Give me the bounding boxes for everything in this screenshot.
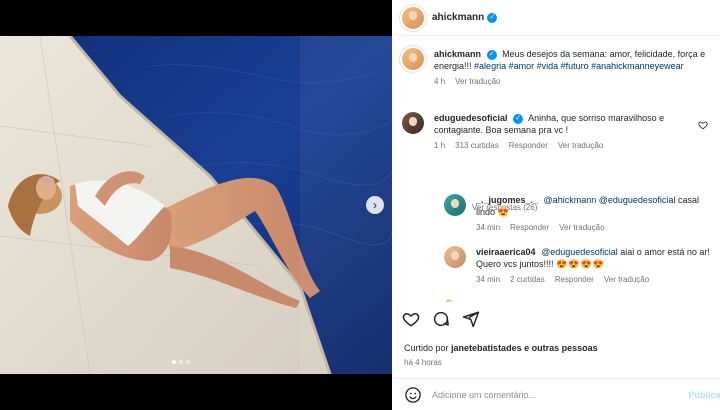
reply-translate-link[interactable]: Ver tradução (604, 274, 649, 286)
reply-item: _._jugomes_._ @ahickmann @eduguedesofici… (444, 194, 710, 234)
post-actions (402, 310, 480, 328)
like-heart-icon[interactable] (402, 310, 420, 328)
carousel-dot (186, 360, 190, 364)
post-timestamp: há 4 horas (404, 358, 442, 367)
comment-bubble-icon[interactable] (432, 310, 450, 328)
comment-time: 1 h (434, 141, 446, 150)
add-comment-bar: Publicar (392, 378, 720, 410)
reply-reply-button[interactable]: Responder (555, 274, 594, 286)
caption-time: 4 h (434, 77, 446, 86)
reply-likes[interactable]: 2 curtidas (510, 274, 545, 286)
post-photo[interactable] (0, 36, 392, 374)
comment-reply-button[interactable]: Responder (509, 140, 548, 152)
carousel-dot (172, 360, 176, 364)
share-paper-plane-icon[interactable] (462, 310, 480, 328)
post-header: ahickmann ✓ (392, 0, 720, 36)
reply-mention[interactable]: @ahickmann (544, 195, 597, 205)
reply-time: 34 min (476, 275, 501, 284)
author-username[interactable]: ahickmann (432, 12, 484, 23)
author-avatar[interactable] (402, 6, 424, 29)
next-avatar-clip (446, 299, 452, 302)
comment-likes[interactable]: 313 curtidas (455, 140, 499, 152)
chevron-right-icon: › (373, 198, 377, 212)
caption-username[interactable]: ahickmann (434, 49, 481, 59)
publish-comment-button[interactable]: Publicar (688, 390, 720, 400)
reply-username[interactable]: vieiraaerica04 (476, 247, 536, 257)
carousel-next-button[interactable]: › (366, 196, 384, 214)
comment-translate-link[interactable]: Ver tradução (558, 140, 603, 152)
reply-emoji: 😍 (497, 207, 510, 217)
reply-emoji: 😍😍😍😍 (556, 259, 605, 269)
carousel-dot (179, 360, 183, 364)
replier-avatar[interactable] (444, 194, 466, 216)
commenter-avatar[interactable] (402, 112, 424, 134)
replier-avatar[interactable] (444, 246, 466, 268)
reply-mention[interactable]: @eduguedesoficial (599, 195, 676, 205)
liked-by-prefix: Curtido por (404, 343, 449, 353)
reply-reply-button[interactable]: Responder (510, 222, 549, 234)
comment-username[interactable]: eduguedesoficial (434, 113, 508, 123)
emoji-smiley-icon[interactable] (404, 386, 422, 404)
caption-hashtags[interactable]: #alegria #amor #vida #futuro #anahickman… (474, 61, 684, 71)
post-caption: ahickmann ✓ Meus desejos da semana: amor… (402, 48, 714, 88)
verified-badge-icon: ✓ (487, 12, 498, 23)
reply-mention[interactable]: @eduguedesoficial (541, 247, 618, 257)
comment-item: eduguedesoficial ✓ Aninha, que sorriso m… (402, 112, 708, 152)
reply-username[interactable]: _._jugomes_._ (476, 195, 538, 205)
author-avatar[interactable] (402, 48, 424, 70)
post-media-panel: › (0, 0, 392, 410)
caption-translate-link[interactable]: Ver tradução (455, 76, 500, 88)
heart-icon[interactable] (698, 120, 708, 130)
comment-input[interactable] (432, 389, 672, 400)
photo-illustration (0, 36, 392, 374)
comments-list: ahickmann ✓ Meus desejos da semana: amor… (392, 36, 720, 302)
liked-by-username[interactable]: janetebatistades (451, 343, 522, 353)
reply-time: 34 min (476, 223, 501, 232)
reply-translate-link[interactable]: Ver tradução (559, 222, 604, 234)
reply-item: vieiraaerica04 @eduguedesoficial aiai o … (444, 246, 710, 286)
liked-by-others[interactable]: e outras pessoas (524, 343, 598, 353)
carousel-indicator (172, 360, 190, 364)
verified-badge-icon: ✓ (513, 113, 524, 124)
liked-by-text: Curtido por janetebatistades e outras pe… (404, 343, 598, 353)
verified-badge-icon: ✓ (486, 49, 497, 60)
post-details-panel: ahickmann ✓ ahickmann ✓ Meus desejos da … (392, 0, 720, 410)
